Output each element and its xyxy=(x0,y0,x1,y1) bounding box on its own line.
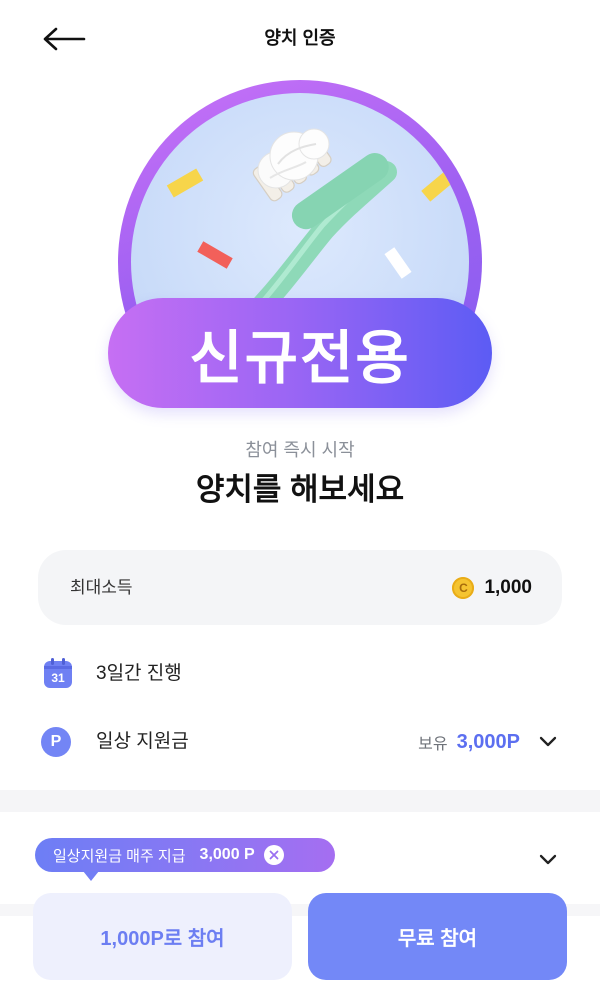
weekly-support-tooltip: 일상지원금 매주 지급 3,000 P xyxy=(35,838,335,872)
balance-value: 3,000P xyxy=(456,730,520,753)
max-reward-card: 최대소득 C 1,000 xyxy=(38,550,562,625)
point-balance: 보유 3,000P xyxy=(418,727,520,757)
max-reward-label: 최대소득 xyxy=(70,578,133,597)
duration-label: 3일간 진행 xyxy=(96,663,182,684)
intro-title: 양치를 해보세요 xyxy=(195,472,405,507)
section-divider xyxy=(0,790,600,812)
confetti-yellow xyxy=(421,170,455,202)
calendar-day: 31 xyxy=(51,671,65,685)
toothpaste xyxy=(257,128,330,189)
coin-icon: C xyxy=(452,576,475,599)
calendar-icon: 31 xyxy=(44,658,72,688)
daily-support-label: 일상 지원금 xyxy=(96,731,189,752)
calendar-bar xyxy=(44,666,72,669)
tooltip-tail xyxy=(83,871,99,881)
confetti-red xyxy=(197,241,233,269)
tooltip-text: 일상지원금 매주 지급 xyxy=(53,847,186,865)
point-icon: P xyxy=(41,727,71,757)
join-free-button[interactable]: 무료 참여 xyxy=(308,893,567,980)
confetti-yellow xyxy=(166,168,204,198)
max-reward-value: 1,000 xyxy=(484,576,532,598)
page-title: 양치 인증 xyxy=(264,28,336,48)
intro-subtitle: 참여 즉시 시작 xyxy=(245,440,355,460)
tooltip-amount: 3,000 P xyxy=(199,846,255,863)
join-with-points-button[interactable]: 1,000P로 참여 xyxy=(33,893,292,980)
chevron-down-icon[interactable] xyxy=(538,850,558,870)
confetti-white xyxy=(384,247,412,279)
chevron-down-icon[interactable] xyxy=(538,732,558,752)
close-circle-icon[interactable] xyxy=(263,845,284,865)
max-reward-value-group: C 1,000 xyxy=(452,550,532,625)
new-user-only-badge: 신규전용 xyxy=(108,298,492,408)
balance-label: 보유 xyxy=(418,736,448,753)
